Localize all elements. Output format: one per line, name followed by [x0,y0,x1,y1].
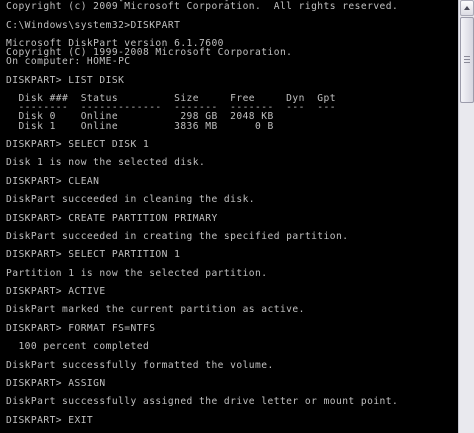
console-line: Disk 1 Online 3836 MB 0 B [6,120,274,132]
console-line: DiskPart succeeded in cleaning the disk. [6,194,256,206]
command-prompt-window: Microsoft Windows [Version 6.1.7600]Copy… [0,0,474,433]
vertical-scrollbar[interactable] [458,0,474,433]
console-line: DiskPart succeeded in creating the speci… [6,230,349,242]
console-line: DISKPART> ACTIVE [6,286,106,297]
console-line: DISKPART> FORMAT FS=NTFS [6,322,156,334]
console-line: Copyright (c) 2009 Microsoft Corporation… [6,1,399,13]
console-line: Disk 1 is now the selected disk. [6,157,206,169]
console-line: DiskPart successfully assigned the drive… [6,396,399,408]
console-output[interactable]: Microsoft Windows [Version 6.1.7600]Copy… [0,0,458,433]
console-line: Partition 1 is now the selected partitio… [6,267,268,279]
console-line: DISKPART> ASSIGN [6,377,106,389]
grip-line [464,59,470,60]
console-line: DISKPART> CLEAN [6,175,100,187]
console-line: C:\Windows\system32>DISKPART [6,19,181,31]
grip-line [464,56,470,57]
console-line: On computer: HOME-PC [6,56,131,68]
console-line: DISKPART> CREATE PARTITION PRIMARY [6,212,218,224]
console-line: DiskPart marked the current partition as… [6,304,305,316]
console-line: DISKPART> EXIT [6,414,94,426]
grip-line [464,62,470,63]
console-text: Microsoft Windows [Version 6.1.7600]Copy… [6,0,398,425]
console-line: DISKPART> LIST DISK [6,74,125,86]
scroll-thumb[interactable] [460,17,474,103]
scroll-up-arrow-icon[interactable] [460,0,474,16]
console-line: DISKPART> SELECT DISK 1 [6,139,150,150]
console-line: 100 percent completed [6,341,150,353]
console-line: DiskPart successfully formatted the volu… [6,359,274,371]
console-line: DISKPART> SELECT PARTITION 1 [6,249,181,261]
